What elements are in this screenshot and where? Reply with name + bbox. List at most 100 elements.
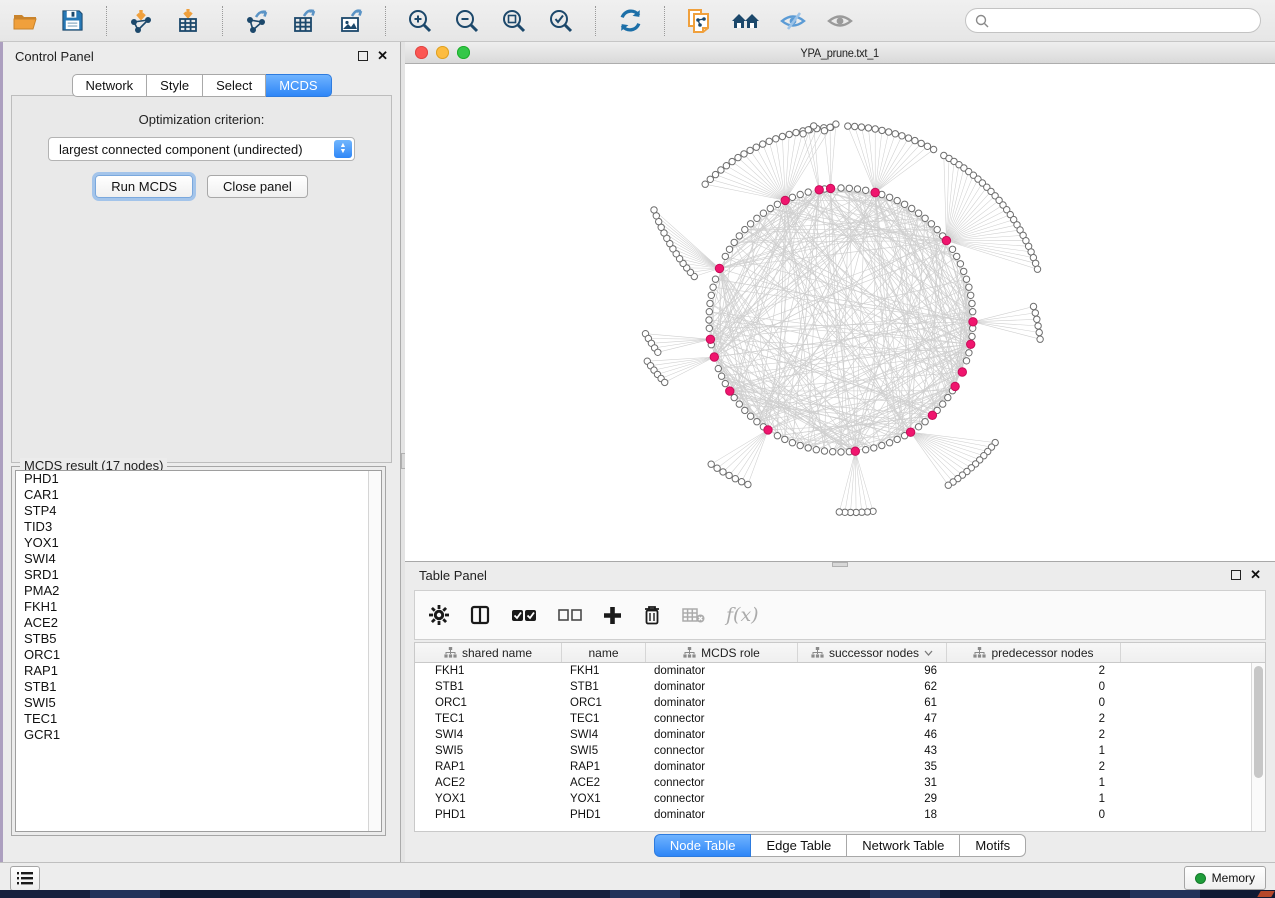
mcds-result-item[interactable]: TEC1 — [16, 711, 381, 727]
column-header-successor-nodes[interactable]: successor nodes — [798, 643, 947, 662]
deselect-all-button[interactable] — [558, 608, 582, 622]
tab-motifs[interactable]: Motifs — [960, 834, 1026, 857]
export-table-button[interactable] — [289, 6, 319, 36]
table-row[interactable]: SWI4SWI4dominator462 — [415, 727, 1265, 743]
mcds-result-item[interactable]: GCR1 — [16, 727, 381, 743]
table-row[interactable]: ACE2ACE2connector311 — [415, 775, 1265, 791]
select-all-button[interactable] — [511, 607, 537, 623]
toolbar-separator — [664, 6, 665, 36]
table-scrollbar-thumb[interactable] — [1254, 666, 1263, 778]
table-row[interactable]: YOX1YOX1connector291 — [415, 791, 1265, 807]
mcds-result-list[interactable]: PHD1CAR1STP4TID3YOX1SWI4SRD1PMA2FKH1ACE2… — [15, 470, 382, 832]
tab-network-table[interactable]: Network Table — [847, 834, 960, 857]
table-panel: Table Panel ✕ — [405, 562, 1275, 862]
task-history-button[interactable] — [10, 866, 40, 891]
tab-node-table[interactable]: Node Table — [654, 834, 752, 857]
column-header-predecessor-nodes[interactable]: predecessor nodes — [947, 643, 1121, 662]
zoom-out-button[interactable] — [452, 6, 482, 36]
import-network-button[interactable] — [126, 6, 156, 36]
zoom-selected-button[interactable] — [546, 6, 576, 36]
hide-selected-button[interactable] — [778, 6, 808, 36]
table-cell: dominator — [646, 729, 798, 741]
mcds-result-item[interactable]: SRD1 — [16, 567, 381, 583]
mcds-result-item[interactable]: PMA2 — [16, 583, 381, 599]
run-mcds-button[interactable]: Run MCDS — [95, 175, 193, 198]
table-cell: RAP1 — [562, 761, 646, 773]
table-cell: STB1 — [562, 681, 646, 693]
tab-edge-table[interactable]: Edge Table — [751, 834, 847, 857]
zoom-in-button[interactable] — [405, 6, 435, 36]
table-row[interactable]: TEC1TEC1connector472 — [415, 711, 1265, 727]
network-titlebar[interactable]: YPA_prune.txt_1 — [405, 42, 1275, 64]
save-session-button[interactable] — [57, 6, 87, 36]
table-scrollbar[interactable] — [1251, 663, 1265, 831]
column-header-shared-name[interactable]: shared name — [415, 643, 562, 662]
mcds-result-item[interactable]: STP4 — [16, 503, 381, 519]
close-panel-button[interactable]: Close panel — [207, 175, 308, 198]
mcds-result-item[interactable]: YOX1 — [16, 535, 381, 551]
minimize-window-icon[interactable] — [436, 46, 449, 59]
first-neighbors-button[interactable] — [731, 6, 761, 36]
float-table-panel-icon[interactable] — [1231, 570, 1241, 580]
close-table-panel-icon[interactable]: ✕ — [1250, 570, 1261, 580]
function-builder-button[interactable]: f(x) — [726, 604, 759, 626]
table-cell: dominator — [646, 761, 798, 773]
criterion-select[interactable]: largest connected component (undirected)… — [48, 137, 355, 161]
table-row[interactable]: SWI5SWI5connector431 — [415, 743, 1265, 759]
tab-network[interactable]: Network — [71, 74, 147, 97]
refresh-button[interactable] — [615, 6, 645, 36]
mcds-result-item[interactable]: CAR1 — [16, 487, 381, 503]
close-window-icon[interactable] — [415, 46, 428, 59]
copy-style-button[interactable] — [684, 6, 714, 36]
export-network-button[interactable] — [242, 6, 272, 36]
column-header-name[interactable]: name — [562, 643, 646, 662]
table-row[interactable]: ORC1ORC1dominator610 — [415, 695, 1265, 711]
mcds-result-item[interactable]: STB5 — [16, 631, 381, 647]
maximize-window-icon[interactable] — [457, 46, 470, 59]
mcds-result-item[interactable]: ORC1 — [16, 647, 381, 663]
float-panel-icon[interactable] — [358, 51, 368, 61]
table-row[interactable]: STB1STB1dominator620 — [415, 679, 1265, 695]
table-cell: 96 — [798, 665, 947, 677]
table-cell: FKH1 — [415, 665, 562, 677]
mcds-result-item[interactable]: SWI5 — [16, 695, 381, 711]
tab-select[interactable]: Select — [203, 74, 266, 97]
mcds-result-item[interactable]: SWI4 — [16, 551, 381, 567]
table-row[interactable]: RAP1RAP1dominator352 — [415, 759, 1265, 775]
tab-mcds[interactable]: MCDS — [266, 74, 331, 97]
show-all-button[interactable] — [825, 6, 855, 36]
table-cell: ORC1 — [562, 697, 646, 709]
table-tabs: Node TableEdge TableNetwork TableMotifs — [405, 834, 1275, 857]
network-canvas[interactable] — [405, 64, 1275, 561]
mcds-result-item[interactable]: RAP1 — [16, 663, 381, 679]
list-scrollbar[interactable] — [368, 471, 381, 831]
tab-style[interactable]: Style — [147, 74, 203, 97]
column-visibility-button[interactable] — [470, 605, 490, 625]
search-box[interactable] — [965, 8, 1261, 33]
mcds-result-item[interactable]: FKH1 — [16, 599, 381, 615]
import-table-button[interactable] — [173, 6, 203, 36]
delete-table-button[interactable] — [682, 607, 705, 623]
mcds-result-item[interactable]: ACE2 — [16, 615, 381, 631]
table-cell: PHD1 — [415, 809, 562, 821]
table-cell: SWI5 — [562, 745, 646, 757]
search-input[interactable] — [995, 13, 1251, 28]
node-table[interactable]: shared namenameMCDS rolesuccessor nodesp… — [414, 642, 1266, 832]
close-panel-icon[interactable]: ✕ — [377, 51, 388, 61]
mcds-result-item[interactable]: TID3 — [16, 519, 381, 535]
table-settings-button[interactable] — [429, 605, 449, 625]
column-header-mcds-role[interactable]: MCDS role — [646, 643, 798, 662]
add-row-button[interactable] — [603, 606, 622, 625]
table-row[interactable]: FKH1FKH1dominator962 — [415, 663, 1265, 679]
table-row[interactable]: PHD1PHD1dominator180 — [415, 807, 1265, 823]
delete-rows-button[interactable] — [643, 605, 661, 625]
import-network-icon — [128, 8, 154, 34]
network-canvas-svg[interactable] — [405, 64, 1273, 560]
mcds-result-item[interactable]: PHD1 — [16, 471, 381, 487]
export-image-button[interactable] — [336, 6, 366, 36]
mcds-result-item[interactable]: STB1 — [16, 679, 381, 695]
memory-button[interactable]: Memory — [1184, 866, 1266, 890]
table-cell: 2 — [947, 761, 1121, 773]
zoom-fit-button[interactable] — [499, 6, 529, 36]
open-file-button[interactable] — [10, 6, 40, 36]
